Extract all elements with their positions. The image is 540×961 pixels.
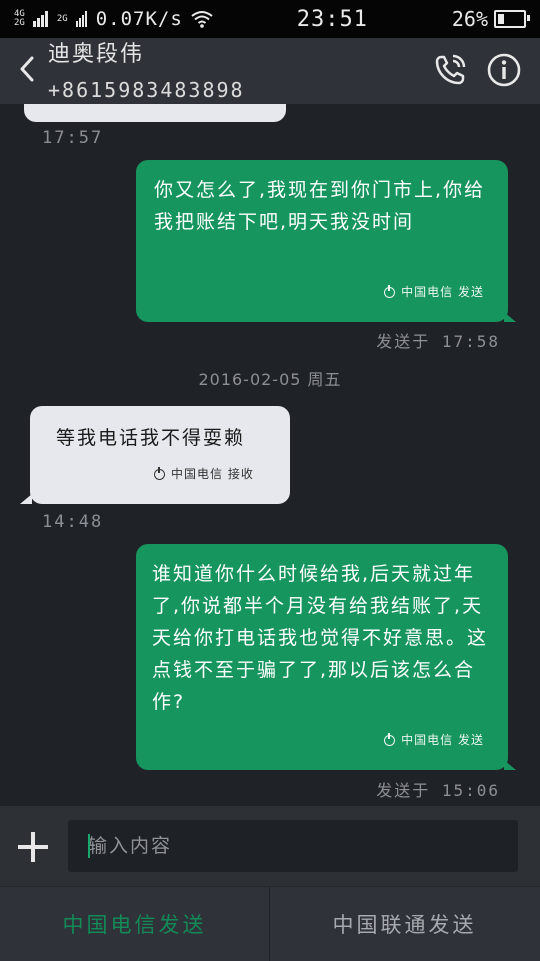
bubble-tail (504, 312, 516, 322)
phone-call-icon (435, 54, 466, 85)
status-right: 26% (451, 7, 530, 31)
contact-number: +8615983483898 (48, 78, 245, 102)
date-separator: 2016-02-05 周五 (198, 370, 342, 389)
status-left: 4G 2G 2G 0.07K/s (14, 8, 213, 30)
sim-card-icon (154, 466, 165, 480)
message-text: 你又怎么了,我现在到你门市上,你给我把账结下吧,明天我没时间 (154, 179, 486, 233)
bubble-tail (504, 760, 516, 770)
battery-fill (498, 14, 504, 24)
signal-2g-label-secondary: 2G (56, 13, 68, 24)
message-input[interactable] (68, 820, 518, 872)
message-text: 谁知道你什么时候给我,后天就过年了,你说都半个月没有给我结账了,天天给你打电话我… (152, 563, 489, 713)
info-icon (487, 53, 521, 87)
message-sim-meta: 中国电信 发送 (384, 724, 484, 756)
signal-labels: 4G 2G (14, 10, 25, 28)
signal-2g-label: 2G (14, 18, 25, 28)
back-button[interactable] (12, 52, 42, 86)
bubble-tail (20, 494, 32, 504)
attach-plus-button[interactable] (16, 830, 50, 864)
composer (0, 806, 540, 886)
previous-message-time: 17:57 (42, 128, 104, 148)
text-cursor (88, 834, 90, 858)
message-time: 发送于 15:06 (376, 781, 500, 800)
outgoing-message-bubble[interactable]: 你又怎么了,我现在到你门市上,你给我把账结下吧,明天我没时间 中国电信 发送 (136, 160, 508, 322)
battery-percent: 26% (451, 7, 488, 31)
send-options-bar: 中国电信发送 中国联通发送 (0, 886, 540, 961)
message-sim-meta: 中国电信 发送 (384, 276, 484, 308)
sim-send-label: 中国电信 发送 (401, 733, 484, 747)
conversation-header: 迪奥段伟 +8615983483898 (0, 38, 540, 104)
message-sim-meta: 中国电信 接收 (154, 458, 254, 490)
incoming-message-bubble[interactable]: 等我电话我不得耍赖 中国电信 接收 (30, 406, 290, 504)
call-button[interactable] (432, 52, 468, 88)
battery-icon (494, 10, 530, 28)
message-text: 等我电话我不得耍赖 (56, 427, 246, 449)
sim-card-icon (384, 284, 396, 298)
previous-incoming-bubble[interactable] (24, 104, 286, 122)
contact-info-button[interactable] (486, 52, 522, 88)
sim-card-icon (384, 732, 396, 746)
outgoing-message-bubble[interactable]: 谁知道你什么时候给我,后天就过年了,你说都半个月没有给我结账了,天天给你打电话我… (136, 544, 508, 770)
contact-name: 迪奥段伟 (48, 42, 145, 67)
send-via-telecom-button[interactable]: 中国电信发送 (0, 887, 269, 961)
send-via-unicom-button[interactable]: 中国联通发送 (270, 887, 539, 961)
sim-send-label: 中国电信 发送 (401, 285, 484, 299)
signal-bars-secondary-icon (75, 11, 87, 27)
wifi-icon (191, 11, 213, 28)
chevron-left-icon (20, 56, 34, 82)
status-bar: 4G 2G 2G 0.07K/s 23:51 26% (0, 0, 540, 38)
clock: 23:51 (296, 6, 368, 32)
message-time: 发送于 17:58 (376, 332, 500, 351)
signal-bars-icon (32, 11, 48, 27)
message-time: 14:48 (42, 512, 104, 532)
network-speed: 0.07K/s (95, 8, 183, 30)
sim-receive-label: 中国电信 接收 (171, 467, 254, 481)
message-thread[interactable]: 17:57 你又怎么了,我现在到你门市上,你给我把账结下吧,明天我没时间 中国电… (0, 104, 540, 806)
